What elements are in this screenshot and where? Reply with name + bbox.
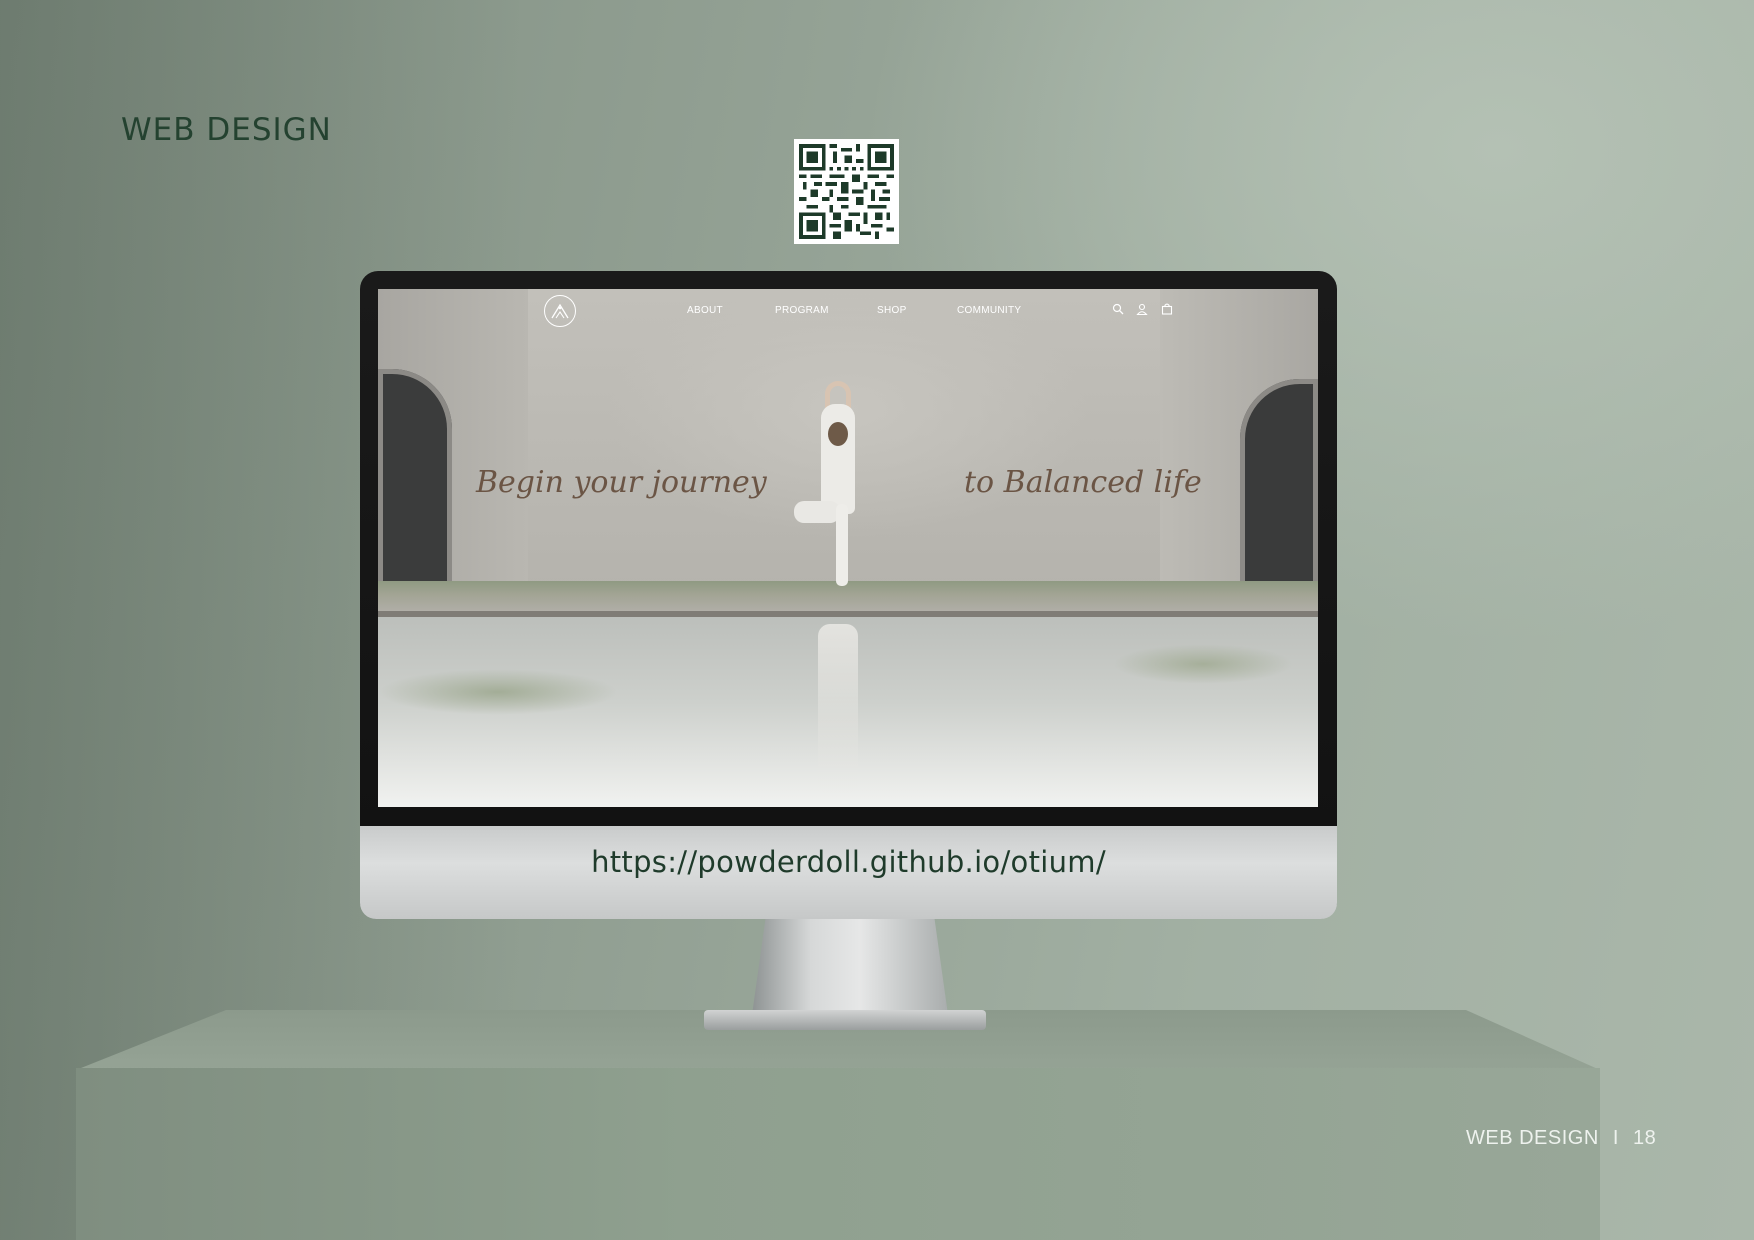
hero-text-left: Begin your journey bbox=[476, 465, 767, 500]
hero-door-left bbox=[378, 369, 452, 589]
hero-lily-pads-right bbox=[1113, 644, 1293, 684]
footer-page-label: WEB DESIGN I 18 bbox=[1466, 1127, 1656, 1150]
page-title: WEB DESIGN bbox=[121, 112, 332, 148]
search-icon[interactable] bbox=[1112, 303, 1124, 315]
hero-grass bbox=[378, 581, 1318, 611]
hero-lily-pads-left bbox=[378, 669, 618, 715]
qr-code-icon[interactable] bbox=[794, 139, 899, 244]
hero-figure-head bbox=[828, 422, 848, 446]
hero-figure-reflection bbox=[818, 624, 858, 794]
website-url[interactable]: https://powderdoll.github.io/otium/ bbox=[360, 845, 1337, 879]
hero-figure bbox=[821, 404, 855, 514]
cart-icon[interactable] bbox=[1161, 303, 1173, 315]
hero-figure-leg bbox=[836, 504, 848, 586]
footer-page-number: 18 bbox=[1632, 1127, 1657, 1149]
hero-door-right bbox=[1240, 379, 1318, 589]
footer-section: WEB DESIGN bbox=[1466, 1127, 1599, 1149]
user-icon[interactable] bbox=[1136, 303, 1148, 315]
website-screen: Begin your journey to Balanced life ABOU… bbox=[378, 289, 1318, 807]
nav-program[interactable]: PROGRAM bbox=[775, 305, 829, 316]
hero-figure-knee bbox=[794, 501, 840, 523]
hero-text-right: to Balanced life bbox=[964, 465, 1202, 500]
monitor-stand bbox=[752, 915, 948, 1015]
pedestal-front bbox=[76, 1068, 1600, 1240]
nav-shop[interactable]: SHOP bbox=[877, 305, 907, 316]
footer-separator: I bbox=[1612, 1127, 1619, 1149]
nav-community[interactable]: COMMUNITY bbox=[957, 305, 1021, 316]
mountain-logo-icon[interactable] bbox=[544, 295, 576, 327]
monitor-stand-base bbox=[704, 1010, 986, 1030]
nav-about[interactable]: ABOUT bbox=[687, 305, 723, 316]
